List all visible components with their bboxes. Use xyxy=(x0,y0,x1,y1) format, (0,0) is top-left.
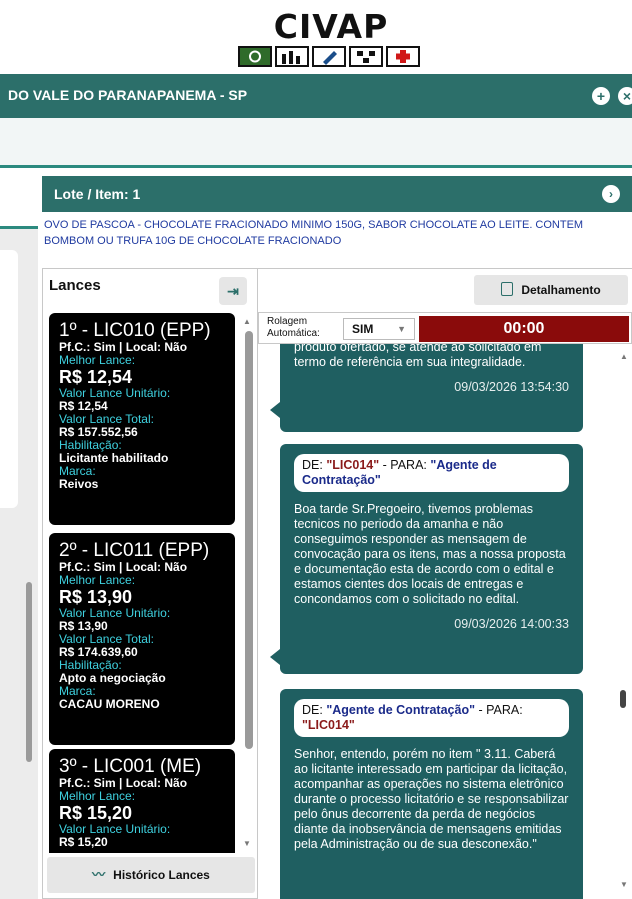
message-to: "LIC014" xyxy=(302,718,355,732)
pencil-icon xyxy=(312,46,346,67)
bid-melhor-value: R$ 15,20 xyxy=(59,803,133,823)
exit-icon[interactable]: ⇥ xyxy=(219,277,247,305)
chat-message: produto ofertado, se atende ao solicitad… xyxy=(270,344,583,432)
detalhamento-button[interactable]: Detalhamento xyxy=(474,275,628,305)
lances-panel: Lances ⇥ 1º - LIC010 (EPP) Pf.C.: Sim | … xyxy=(42,268,258,899)
chevron-down-icon: ▼ xyxy=(397,324,406,334)
message-text: Senhor, entendo, porém no item " 3.11. C… xyxy=(294,747,569,851)
chevron-right-icon[interactable]: › xyxy=(602,185,620,203)
chat-message: DE: "LIC014" - PARA: "Agente de Contrata… xyxy=(270,444,583,674)
lote-title: Lote / Item: 1 xyxy=(54,186,141,202)
message-text: produto ofertado, se atende ao solicitad… xyxy=(294,344,542,369)
logo-text: CIVAP xyxy=(273,7,389,46)
rolagem-value: SIM xyxy=(352,322,374,336)
chat-panel: Detalhamento Rolagem Automática: SIM ▼ 0… xyxy=(258,268,632,899)
message-from: "Agente de Contratação" xyxy=(326,703,476,717)
bid-marca-value: Reivos xyxy=(59,477,99,491)
app-root: CIVAP DO VALE DO PARANAPANEMA - SP + × L… xyxy=(0,0,632,899)
left-panel-header xyxy=(0,172,38,229)
message-time: 09/03/2026 13:54:30 xyxy=(454,380,569,394)
bid-header: 2º - LIC011 (EPP) xyxy=(59,540,210,561)
civap-logo: CIVAP xyxy=(226,10,426,68)
scroll-down-icon[interactable]: ▼ xyxy=(243,839,251,848)
message-header: DE: "Agente de Contratação" - PARA: "LIC… xyxy=(294,699,569,737)
lances-title: Lances xyxy=(49,277,101,294)
left-panel xyxy=(0,172,38,899)
rolagem-select[interactable]: SIM ▼ xyxy=(343,318,415,340)
historico-lances-button[interactable]: 〰 Histórico Lances xyxy=(47,857,255,893)
countdown-timer: 00:00 xyxy=(419,316,629,342)
trend-icon: 〰 xyxy=(92,867,106,882)
bid-melhor-value: R$ 12,54 xyxy=(59,367,133,387)
lances-list: 1º - LIC010 (EPP) Pf.C.: Sim | Local: Nã… xyxy=(49,313,237,853)
bid-card[interactable]: 1º - LIC010 (EPP) Pf.C.: Sim | Local: Nã… xyxy=(49,313,235,525)
historico-label: Histórico Lances xyxy=(113,868,210,882)
lote-bar: Lote / Item: 1 › xyxy=(42,176,632,212)
health-cross-icon xyxy=(386,46,420,67)
message-text: Boa tarde Sr.Pregoeiro, tivemos problema… xyxy=(294,502,566,606)
scroll-down-icon[interactable]: ▼ xyxy=(620,880,628,889)
lances-scrollbar[interactable] xyxy=(245,331,253,749)
scroll-up-icon[interactable]: ▲ xyxy=(620,352,628,361)
bid-header: 1º - LIC010 (EPP) xyxy=(59,320,211,341)
recycle-icon xyxy=(238,46,272,67)
close-icon[interactable]: × xyxy=(618,87,632,105)
left-panel-card xyxy=(0,250,18,508)
network-icon xyxy=(349,46,383,67)
left-panel-scrollbar[interactable] xyxy=(26,582,32,762)
bid-melhor-label: Melhor Lance: xyxy=(59,789,136,803)
de-label: DE: xyxy=(302,703,323,717)
bid-melhor-value: R$ 13,90 xyxy=(59,587,133,607)
scroll-up-icon[interactable]: ▲ xyxy=(243,317,251,326)
para-label: - PARA: xyxy=(478,703,523,717)
lote-description: OVO DE PASCOA - CHOCOLATE FRACIONADO MIN… xyxy=(44,219,584,247)
header-bar: DO VALE DO PARANAPANEMA - SP + × xyxy=(0,74,632,118)
bid-unit-value: R$ 15,20 xyxy=(59,835,108,849)
rolagem-box: Rolagem Automática: SIM ▼ 00:00 xyxy=(258,312,632,344)
header-title: DO VALE DO PARANAPANEMA - SP xyxy=(8,87,248,103)
bid-card[interactable]: 3º - LIC001 (ME) Pf.C.: Sim | Local: Não… xyxy=(49,749,235,853)
bar-chart-icon xyxy=(275,46,309,67)
message-header: DE: "LIC014" - PARA: "Agente de Contrata… xyxy=(294,454,569,492)
bid-card[interactable]: 2º - LIC011 (EPP) Pf.C.: Sim | Local: Nã… xyxy=(49,533,235,745)
de-label: DE: xyxy=(302,458,323,472)
rolagem-label: Rolagem Automática: xyxy=(267,316,320,339)
messages-list: produto ofertado, se atende ao solicitad… xyxy=(258,344,632,899)
message-from: "LIC014" xyxy=(326,458,380,472)
bid-melhor-label: Melhor Lance: xyxy=(59,573,136,587)
plus-icon[interactable]: + xyxy=(592,87,610,105)
detalhamento-label: Detalhamento xyxy=(521,283,601,297)
logo-icons xyxy=(238,46,420,67)
bid-melhor-label: Melhor Lance: xyxy=(59,353,136,367)
message-time: 09/03/2026 14:00:33 xyxy=(454,617,569,631)
sub-bar xyxy=(0,118,632,168)
chat-scrollbar[interactable] xyxy=(620,690,626,708)
bid-header: 3º - LIC001 (ME) xyxy=(59,756,202,777)
document-icon xyxy=(501,282,514,296)
para-label: - PARA: xyxy=(382,458,427,472)
bid-marca-value: CACAU MORENO xyxy=(59,697,160,711)
chat-message: DE: "Agente de Contratação" - PARA: "LIC… xyxy=(280,689,583,899)
